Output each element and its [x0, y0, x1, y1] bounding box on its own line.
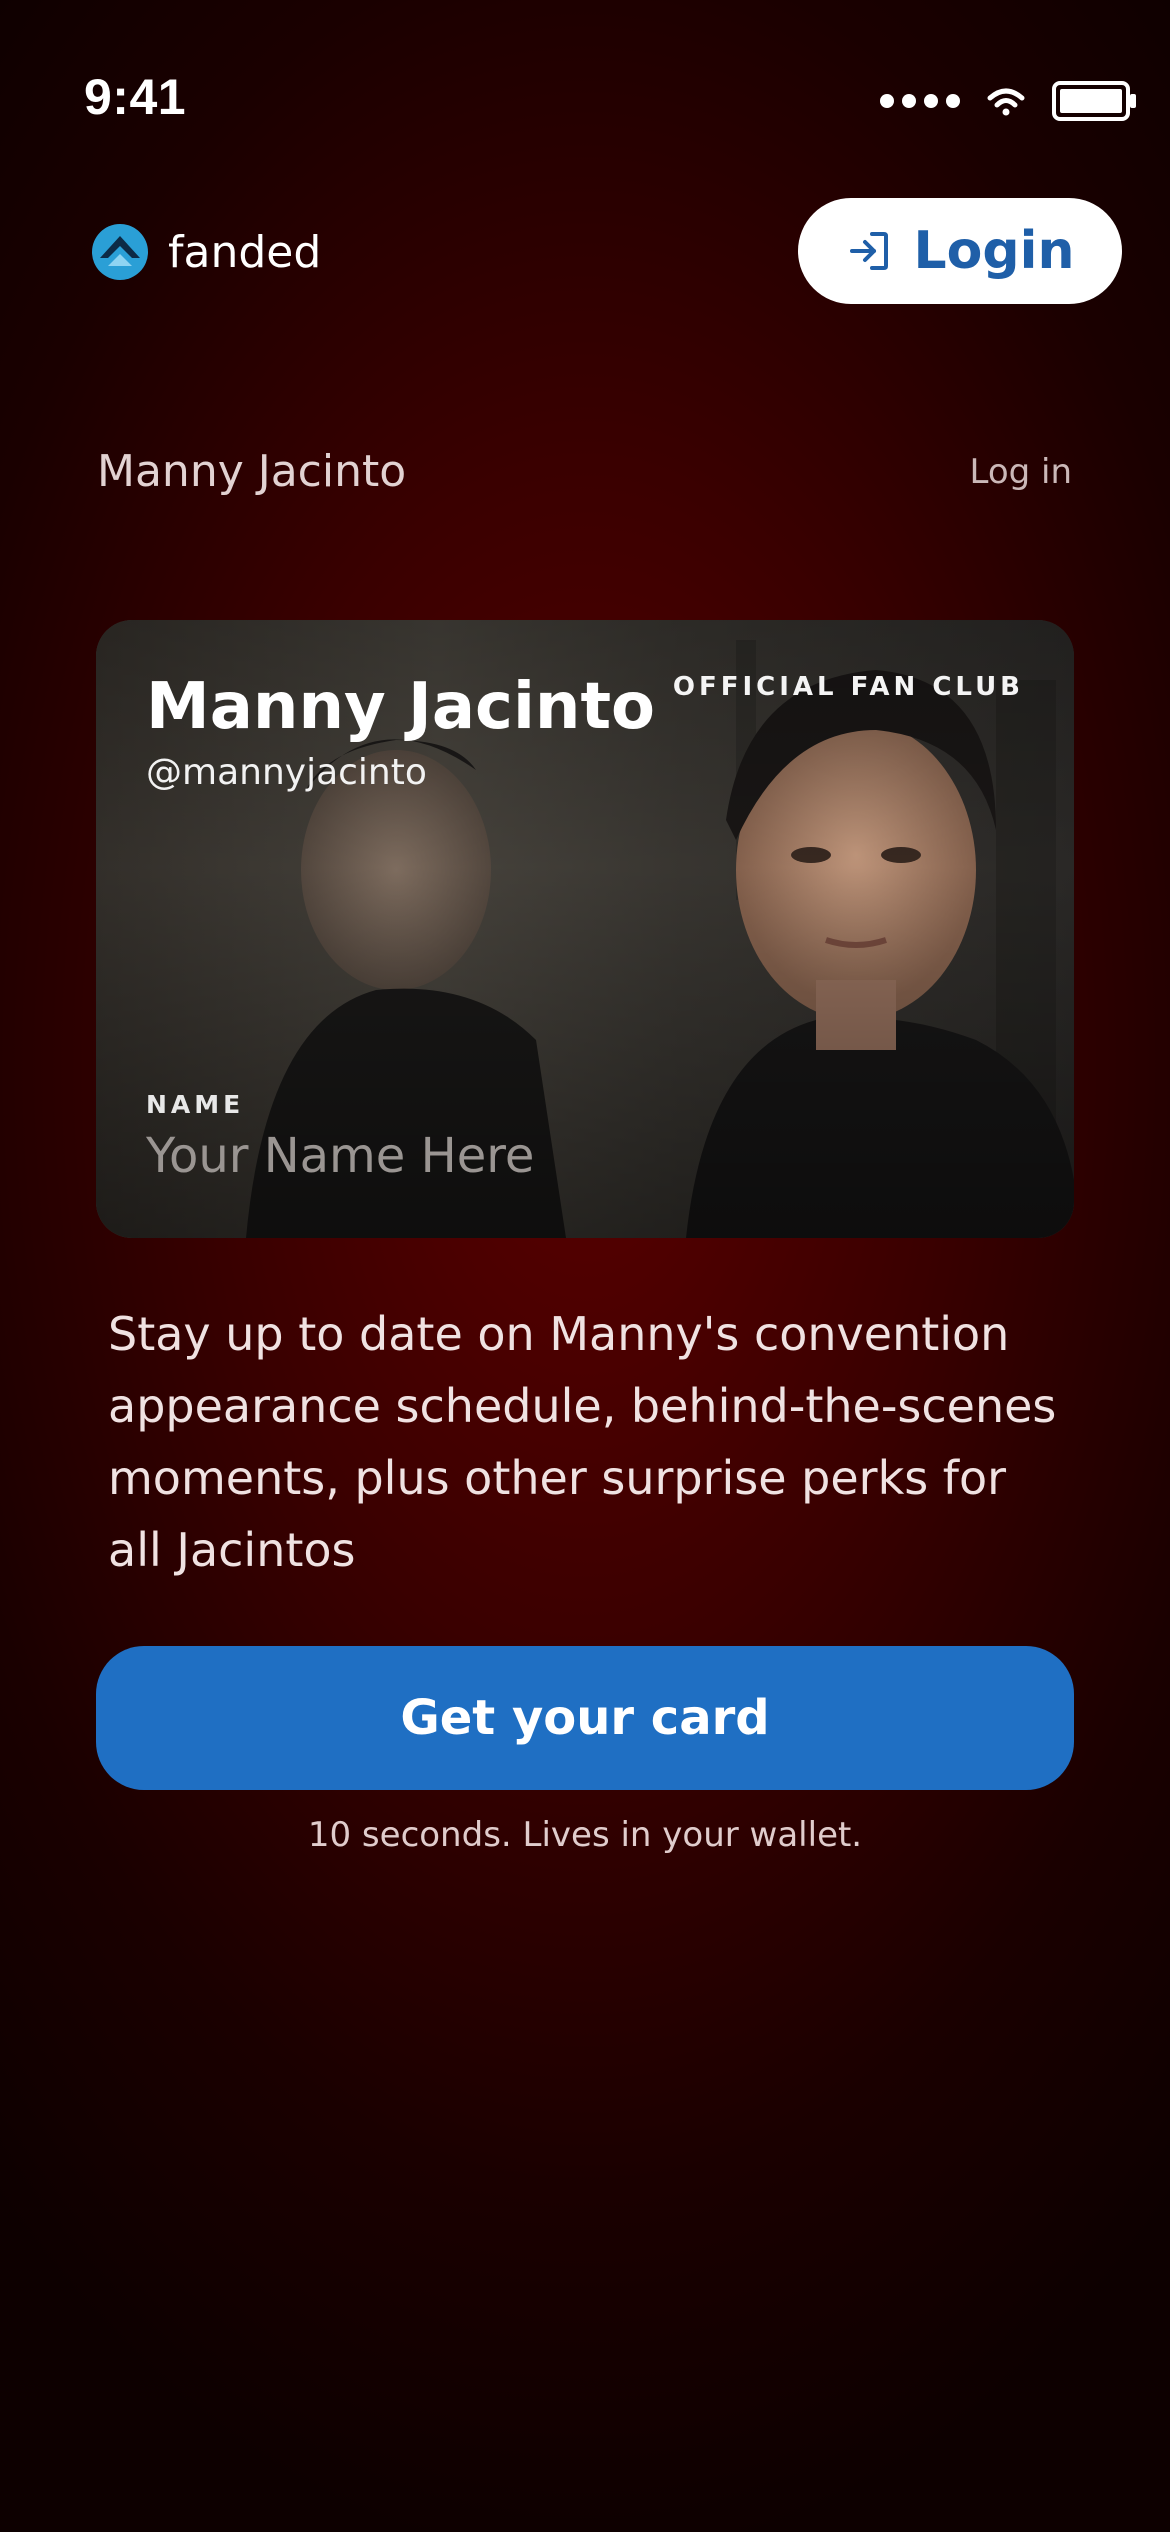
card-name-label: NAME: [146, 1090, 245, 1119]
fan-card: Manny Jacinto @mannyjacinto OFFICIAL FAN…: [96, 620, 1074, 1238]
login-arrow-icon: [849, 232, 888, 270]
official-fan-club-label: OFFICIAL FAN CLUB: [672, 672, 1024, 702]
login-button-label: Login: [913, 221, 1075, 281]
status-time: 9:41: [84, 69, 187, 125]
brand[interactable]: fanded: [90, 222, 321, 282]
status-icons: [880, 80, 1138, 122]
login-link[interactable]: Log in: [969, 452, 1072, 492]
battery-icon: [1052, 81, 1136, 121]
login-button[interactable]: Login: [798, 198, 1122, 304]
fan-club-description: Stay up to date on Manny's convention ap…: [108, 1307, 1057, 1577]
cta-subtext: 10 seconds. Lives in your wallet.: [307, 1815, 863, 1855]
card-handle: @mannyjacinto: [146, 752, 427, 793]
card-title: Manny Jacinto: [146, 670, 655, 744]
wifi-icon: [987, 88, 1025, 116]
card-name-placeholder: Your Name Here: [146, 1128, 535, 1184]
fanded-logo-icon: [92, 224, 148, 280]
get-your-card-button[interactable]: Get your card: [96, 1646, 1074, 1790]
artist-name: Manny Jacinto: [97, 446, 407, 497]
signal-dots-icon: [880, 94, 960, 108]
brand-name: fanded: [168, 226, 322, 278]
